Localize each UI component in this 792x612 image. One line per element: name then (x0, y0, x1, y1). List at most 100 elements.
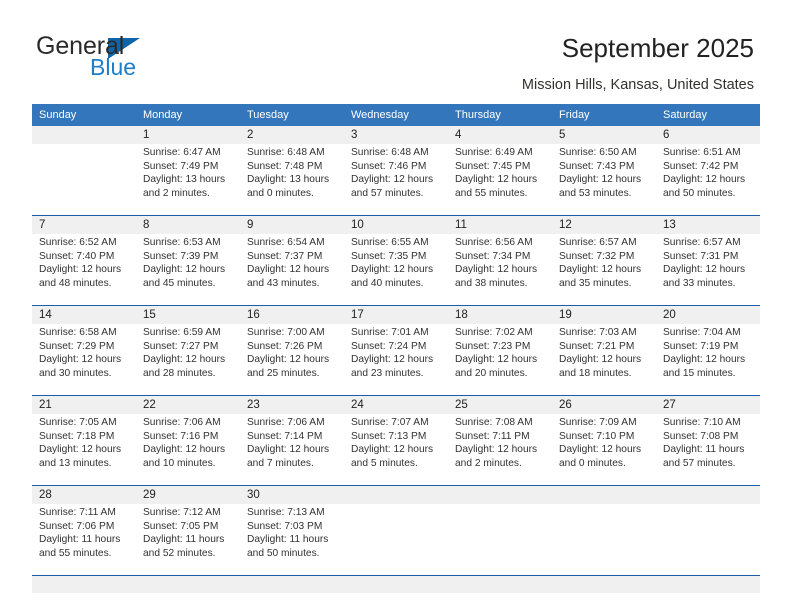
day-cell-21[interactable]: Sunrise: 7:05 AM Sunset: 7:18 PM Daylight:… (32, 414, 136, 485)
day-number-30[interactable]: 30 (240, 486, 344, 504)
day-cell-14[interactable]: Sunrise: 6:58 AM Sunset: 7:29 PM Daylight:… (32, 324, 136, 395)
day-cell-9[interactable]: Sunrise: 6:54 AM Sunset: 7:37 PM Daylight:… (240, 234, 344, 305)
day-daylight2-text: and 57 minutes. (351, 187, 424, 199)
day-daylight1-text: Daylight: 12 hours (455, 174, 538, 186)
day-number-15[interactable]: 15 (136, 306, 240, 324)
day-cell-10[interactable]: Sunrise: 6:55 AM Sunset: 7:35 PM Daylight:… (344, 234, 448, 305)
day-cell-empty (344, 504, 448, 575)
day-daylight2-text: and 50 minutes. (247, 547, 320, 559)
day-number-14[interactable]: 14 (32, 306, 136, 324)
day-sunset-text: Sunset: 7:34 PM (455, 250, 531, 262)
day-cell-empty (552, 504, 656, 575)
page-title: September 2025 (561, 33, 754, 63)
day-daylight2-text: and 48 minutes. (39, 277, 112, 289)
day-sunrise-text: Sunrise: 6:57 AM (663, 237, 741, 248)
day-number-13[interactable]: 13 (656, 216, 760, 234)
day-detail-band: Sunrise: 6:47 AM Sunset: 7:49 PM Daylight:… (32, 144, 760, 215)
day-cell-4[interactable]: Sunrise: 6:49 AM Sunset: 7:45 PM Daylight:… (448, 144, 552, 215)
day-cell-2[interactable]: Sunrise: 6:48 AM Sunset: 7:48 PM Daylight:… (240, 144, 344, 215)
day-number-8[interactable]: 8 (136, 216, 240, 234)
day-number-26[interactable]: 26 (552, 396, 656, 414)
day-cell-22[interactable]: Sunrise: 7:06 AM Sunset: 7:16 PM Daylight:… (136, 414, 240, 485)
day-cell-27[interactable]: Sunrise: 7:10 AM Sunset: 7:08 PM Daylight:… (656, 414, 760, 485)
day-number-band: 14 15 16 17 18 19 20 (32, 306, 760, 324)
day-number-2[interactable]: 2 (240, 126, 344, 144)
calendar-week-row: 28 29 30 Sunrise: 7:11 AM Sunset: 7:06 PM Day… (32, 485, 760, 575)
day-number-12[interactable]: 12 (552, 216, 656, 234)
day-daylight1-text: Daylight: 12 hours (559, 264, 642, 276)
day-sunrise-text: Sunrise: 7:00 AM (247, 327, 325, 338)
day-cell-24[interactable]: Sunrise: 7:07 AM Sunset: 7:13 PM Daylight:… (344, 414, 448, 485)
day-cell-17[interactable]: Sunrise: 7:01 AM Sunset: 7:24 PM Daylight:… (344, 324, 448, 395)
weekday-header-friday: Friday (559, 109, 590, 121)
day-number-5[interactable]: 5 (552, 126, 656, 144)
day-cell-8[interactable]: Sunrise: 6:53 AM Sunset: 7:39 PM Daylight:… (136, 234, 240, 305)
day-daylight1-text: Daylight: 12 hours (143, 354, 226, 366)
day-cell-3[interactable]: Sunrise: 6:48 AM Sunset: 7:46 PM Daylight:… (344, 144, 448, 215)
day-number-11[interactable]: 11 (448, 216, 552, 234)
day-detail-band: Sunrise: 6:58 AM Sunset: 7:29 PM Daylight:… (32, 324, 760, 395)
day-sunset-text: Sunset: 7:14 PM (247, 430, 323, 442)
day-cell-19[interactable]: Sunrise: 7:03 AM Sunset: 7:21 PM Daylight:… (552, 324, 656, 395)
day-number-22[interactable]: 22 (136, 396, 240, 414)
day-sunrise-text: Sunrise: 6:59 AM (143, 327, 221, 338)
day-number-27[interactable]: 27 (656, 396, 760, 414)
day-sunset-text: Sunset: 7:24 PM (351, 340, 427, 352)
day-number-19[interactable]: 19 (552, 306, 656, 324)
day-sunrise-text: Sunrise: 6:58 AM (39, 327, 117, 338)
day-cell-1[interactable]: Sunrise: 6:47 AM Sunset: 7:49 PM Daylight:… (136, 144, 240, 215)
day-cell-20[interactable]: Sunrise: 7:04 AM Sunset: 7:19 PM Daylight:… (656, 324, 760, 395)
day-daylight1-text: Daylight: 12 hours (351, 354, 434, 366)
day-number-9[interactable]: 9 (240, 216, 344, 234)
day-number-24[interactable]: 24 (344, 396, 448, 414)
day-daylight1-text: Daylight: 12 hours (663, 354, 746, 366)
calendar-page: General Blue September 2025 Mission Hill… (0, 0, 792, 612)
day-cell-12[interactable]: Sunrise: 6:57 AM Sunset: 7:32 PM Daylight:… (552, 234, 656, 305)
day-number-25[interactable]: 25 (448, 396, 552, 414)
day-cell-5[interactable]: Sunrise: 6:50 AM Sunset: 7:43 PM Daylight:… (552, 144, 656, 215)
day-number-28[interactable]: 28 (32, 486, 136, 504)
day-daylight1-text: Daylight: 12 hours (455, 444, 538, 456)
day-cell-25[interactable]: Sunrise: 7:08 AM Sunset: 7:11 PM Daylight:… (448, 414, 552, 485)
day-daylight2-text: and 5 minutes. (351, 457, 418, 469)
day-detail-band: Sunrise: 7:11 AM Sunset: 7:06 PM Daylight:… (32, 504, 760, 575)
day-cell-28[interactable]: Sunrise: 7:11 AM Sunset: 7:06 PM Daylight:… (32, 504, 136, 575)
day-number-3[interactable]: 3 (344, 126, 448, 144)
day-number-21[interactable]: 21 (32, 396, 136, 414)
day-sunset-text: Sunset: 7:32 PM (559, 250, 635, 262)
day-daylight2-text: and 43 minutes. (247, 277, 320, 289)
day-number-6[interactable]: 6 (656, 126, 760, 144)
day-daylight2-text: and 28 minutes. (143, 367, 216, 379)
day-cell-6[interactable]: Sunrise: 6:51 AM Sunset: 7:42 PM Daylight:… (656, 144, 760, 215)
day-number-17[interactable]: 17 (344, 306, 448, 324)
logo-text-blue: Blue (90, 54, 137, 80)
day-number-23[interactable]: 23 (240, 396, 344, 414)
day-sunrise-text: Sunrise: 6:52 AM (39, 237, 117, 248)
day-cell-11[interactable]: Sunrise: 6:56 AM Sunset: 7:34 PM Daylight:… (448, 234, 552, 305)
day-cell-7[interactable]: Sunrise: 6:52 AM Sunset: 7:40 PM Daylight:… (32, 234, 136, 305)
day-cell-29[interactable]: Sunrise: 7:12 AM Sunset: 7:05 PM Daylight:… (136, 504, 240, 575)
day-cell-16[interactable]: Sunrise: 7:00 AM Sunset: 7:26 PM Daylight:… (240, 324, 344, 395)
day-number-16[interactable]: 16 (240, 306, 344, 324)
day-number-4[interactable]: 4 (448, 126, 552, 144)
day-daylight1-text: Daylight: 12 hours (247, 354, 330, 366)
day-cell-15[interactable]: Sunrise: 6:59 AM Sunset: 7:27 PM Daylight:… (136, 324, 240, 395)
day-number-20[interactable]: 20 (656, 306, 760, 324)
day-cell-13[interactable]: Sunrise: 6:57 AM Sunset: 7:31 PM Daylight:… (656, 234, 760, 305)
day-cell-18[interactable]: Sunrise: 7:02 AM Sunset: 7:23 PM Daylight:… (448, 324, 552, 395)
day-daylight1-text: Daylight: 12 hours (247, 444, 330, 456)
day-number-10[interactable]: 10 (344, 216, 448, 234)
day-number-7[interactable]: 7 (32, 216, 136, 234)
day-sunrise-text: Sunrise: 7:10 AM (663, 417, 741, 428)
day-sunrise-text: Sunrise: 7:04 AM (663, 327, 741, 338)
day-cell-30[interactable]: Sunrise: 7:13 AM Sunset: 7:03 PM Daylight:… (240, 504, 344, 575)
day-sunset-text: Sunset: 7:21 PM (559, 340, 635, 352)
day-cell-26[interactable]: Sunrise: 7:09 AM Sunset: 7:10 PM Daylight:… (552, 414, 656, 485)
day-number-1[interactable]: 1 (136, 126, 240, 144)
day-cell-23[interactable]: Sunrise: 7:06 AM Sunset: 7:14 PM Daylight:… (240, 414, 344, 485)
day-number-29[interactable]: 29 (136, 486, 240, 504)
day-daylight1-text: Daylight: 12 hours (39, 264, 122, 276)
day-sunrise-text: Sunrise: 7:06 AM (143, 417, 221, 428)
day-sunset-text: Sunset: 7:45 PM (455, 160, 531, 172)
day-number-18[interactable]: 18 (448, 306, 552, 324)
